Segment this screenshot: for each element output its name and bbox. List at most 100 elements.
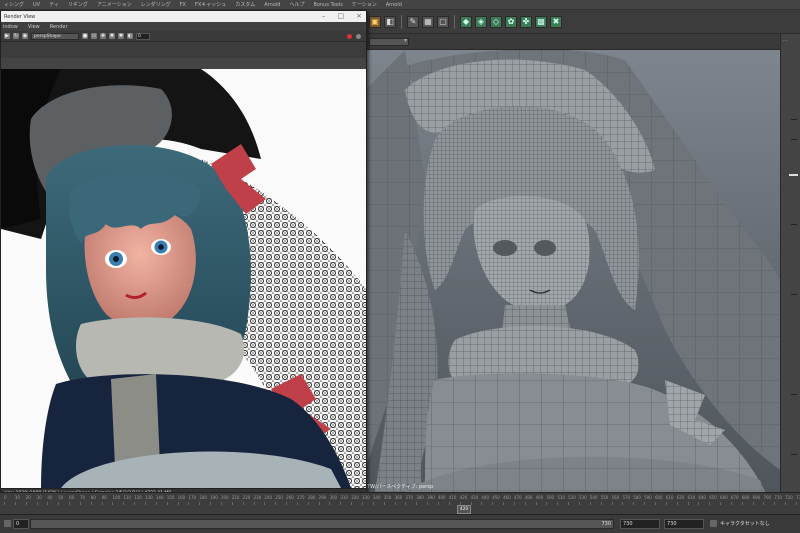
time-slider-label: 200: [220, 495, 229, 500]
settings-icon[interactable]: ✱: [118, 33, 124, 39]
character-set-label[interactable]: キャラクタセットなし: [720, 519, 798, 529]
render-view-title: Render View: [4, 13, 36, 20]
time-slider-tick: [405, 502, 407, 505]
channel-highlight[interactable]: [789, 174, 798, 176]
time-slider-label: 650: [709, 495, 717, 500]
main-menu-item[interactable]: Bonus Tools: [314, 2, 343, 8]
exposure-icon[interactable]: ◐: [127, 33, 133, 39]
main-menu-item[interactable]: アニメーション: [97, 1, 132, 8]
main-menu-item[interactable]: リギング: [68, 1, 88, 8]
time-slider-tick: [741, 502, 743, 505]
range-start-field[interactable]: 0: [13, 519, 29, 529]
render-frame-icon[interactable]: ▶: [4, 33, 10, 39]
refresh-icon[interactable]: [356, 34, 361, 39]
keep-image-icon[interactable]: ✚: [100, 33, 106, 39]
time-slider-tick: [4, 502, 5, 505]
menu-render[interactable]: Render: [50, 24, 68, 30]
brush-icon[interactable]: ✎: [407, 15, 419, 28]
main-menu-item[interactable]: Arnold: [264, 2, 280, 8]
render-icon[interactable]: ▣: [369, 15, 381, 28]
time-slider-label: 440: [481, 495, 489, 500]
time-slider-tick: [416, 502, 418, 505]
time-slider-label: 120: [134, 495, 142, 500]
main-menu-item[interactable]: FXキャッシュ: [195, 1, 226, 8]
time-slider-tick: [644, 502, 646, 505]
main-menu-item[interactable]: ティ: [49, 1, 59, 8]
time-slider-tick: [796, 502, 797, 505]
menu-window[interactable]: indow: [3, 24, 18, 30]
render-view-titlebar[interactable]: Render View – □ ×: [1, 11, 366, 22]
crop-icon[interactable]: ▭: [91, 33, 97, 39]
uv-tool-icon[interactable]: ▩: [535, 15, 547, 28]
main-menu-item[interactable]: ケーション: [352, 1, 377, 8]
time-slider-tick: [568, 502, 570, 505]
time-slider-tick: [383, 502, 385, 505]
main-menu-item[interactable]: レンダリング: [141, 1, 171, 8]
grid-icon[interactable]: ▦: [422, 15, 434, 28]
current-frame-marker[interactable]: 420: [457, 505, 471, 514]
smooth-tool-icon[interactable]: ◈: [475, 15, 487, 28]
close-icon[interactable]: ×: [356, 13, 362, 20]
channel-divider: [791, 224, 797, 225]
main-menu-item[interactable]: Arnold: [386, 2, 402, 8]
range-track[interactable]: 730: [30, 519, 614, 529]
time-slider-label: 510: [557, 495, 565, 500]
ipr-render-icon[interactable]: ◧: [384, 15, 396, 28]
time-slider-tick: [210, 502, 212, 505]
wireframe-model: [365, 50, 780, 492]
snap-tool-icon[interactable]: ✖: [550, 15, 562, 28]
bevel-tool-icon[interactable]: ◇: [490, 15, 502, 28]
channels-icon[interactable]: ●: [82, 33, 88, 39]
time-slider-tick: [253, 502, 255, 505]
time-slider-tick: [231, 502, 233, 505]
channel-box-panel: ⋯: [780, 34, 800, 492]
time-slider-label: 240: [264, 495, 273, 500]
time-slider-tick: [58, 502, 60, 505]
main-menu-item[interactable]: FX: [180, 2, 186, 8]
exposure-field[interactable]: 0: [136, 32, 150, 40]
main-menu-item[interactable]: ヘルプ: [289, 1, 304, 8]
time-slider-label: 180: [199, 495, 207, 500]
minimize-icon[interactable]: –: [322, 13, 326, 20]
main-menu-item[interactable]: カスタム: [235, 1, 255, 8]
animation-end-field[interactable]: 730: [664, 519, 704, 529]
time-slider-label: 540: [589, 495, 598, 500]
extrude-tool-icon[interactable]: ✤: [520, 15, 532, 28]
time-slider-tick: [557, 502, 559, 505]
time-slider-tick: [166, 502, 168, 505]
remove-image-icon[interactable]: ✖: [109, 33, 115, 39]
rendered-image[interactable]: [1, 69, 366, 488]
time-slider-tick: [318, 502, 320, 505]
time-slider-tick: [296, 502, 298, 505]
redo-render-icon[interactable]: ↻: [13, 33, 19, 39]
time-slider-label: 480: [524, 495, 533, 500]
menu-view[interactable]: View: [28, 24, 40, 30]
time-slider-label: 530: [579, 495, 587, 500]
time-slider-tick: [589, 502, 591, 505]
main-menu-item[interactable]: UV: [33, 2, 40, 8]
time-slider-label: 220: [242, 495, 251, 500]
stop-render-icon[interactable]: [347, 34, 352, 39]
perspective-viewport[interactable]: TW/パースペクティブ: persp: [365, 50, 780, 492]
time-slider-label: 250: [275, 495, 283, 500]
camera-selector[interactable]: perspShape: [31, 32, 79, 40]
range-start-icon[interactable]: [4, 520, 11, 527]
time-slider-label: 260: [286, 495, 294, 500]
time-slider-tick: [123, 502, 125, 505]
channel-divider: [791, 294, 797, 295]
character-set-icon[interactable]: [710, 520, 717, 527]
main-menu-item[interactable]: ィシング: [4, 1, 24, 8]
sculpt-tool-icon[interactable]: ✿: [505, 15, 517, 28]
frame-icon[interactable]: ▢: [437, 15, 449, 28]
time-slider-tick: [763, 502, 765, 505]
time-slider-tick: [709, 502, 711, 505]
range-end-field[interactable]: 730: [620, 519, 660, 529]
render-view-window[interactable]: Render View – □ × indow View Render ▶ ↻ …: [0, 10, 367, 500]
maximize-icon[interactable]: □: [338, 13, 345, 20]
time-slider-label: 160: [177, 495, 186, 500]
poly-tool-icon[interactable]: ◆: [460, 15, 472, 28]
panel-layout-dropdown[interactable]: [369, 37, 409, 46]
snapshot-icon[interactable]: ◉: [22, 33, 28, 39]
time-slider-label: 50: [58, 495, 64, 500]
time-slider[interactable]: 0 10 20 30 40 50 60 70 80 90 100 110 120 130 140 150 160…: [0, 492, 800, 514]
